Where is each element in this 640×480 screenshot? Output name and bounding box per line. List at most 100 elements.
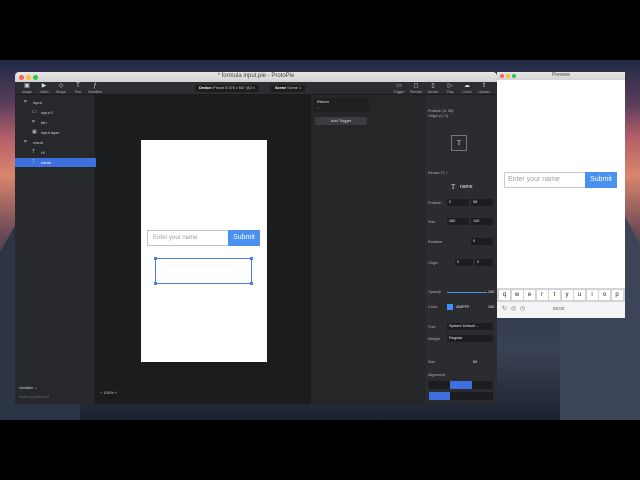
canvas[interactable]: Enter your name Submit − 100% + <box>96 95 311 404</box>
preview-titlebar[interactable]: Preview <box>497 72 625 80</box>
layer-row[interactable]: T Hi <box>15 148 96 157</box>
preview-tool[interactable]: ◻ Preview <box>408 83 424 94</box>
key-y[interactable]: y <box>561 290 573 300</box>
preview-statusbar: ↻ ◎ ◷ 00:00 <box>497 302 625 318</box>
origin-x-field[interactable]: 0 <box>455 259 473 266</box>
key-t[interactable]: t <box>549 290 560 300</box>
resize-handle[interactable] <box>154 257 157 260</box>
opacity-label: Opacity <box>428 290 441 294</box>
trigger-card[interactable]: Return + <box>313 98 369 112</box>
trigger-icon: ▭ <box>396 83 402 89</box>
canvas-submit-button[interactable]: Submit <box>228 230 260 246</box>
canvas-name-input[interactable]: Enter your name <box>147 230 229 246</box>
size-w: 280 <box>449 219 456 223</box>
upload-icon: ⇪ <box>481 83 487 89</box>
tool-label: Play <box>446 90 454 94</box>
size-h: 140 <box>473 219 480 223</box>
device-frame: Enter your name Submit <box>141 140 267 362</box>
variable-field[interactable]: Nothing selected <box>19 394 49 399</box>
zoom-value: 100% <box>103 390 114 395</box>
rotation-label: Rotation <box>428 240 443 244</box>
key-o[interactable]: o <box>599 290 610 300</box>
tool-label: Shape <box>55 90 67 94</box>
tool-label: Text <box>74 90 82 94</box>
layer-row[interactable]: ⌗ input <box>15 98 96 107</box>
key-r[interactable]: r <box>536 290 548 300</box>
position-x-field[interactable]: 0 <box>447 199 469 206</box>
key-p[interactable]: p <box>611 290 623 300</box>
layer-row[interactable]: ⌗ result <box>15 138 96 147</box>
window-titlebar[interactable]: * formula input.pie - ProtoPie <box>15 72 497 82</box>
origin-y-field[interactable]: 0 <box>475 259 493 266</box>
text-tool[interactable]: T Text <box>70 83 86 94</box>
device-value: iPhone 8 375 x 667 @2 x <box>212 86 256 90</box>
rotation-field[interactable]: 0 <box>471 238 493 245</box>
key-w[interactable]: w <box>511 290 523 300</box>
tool-label: Video <box>39 90 49 94</box>
layer-row[interactable]: ▣ input layer <box>15 128 96 137</box>
resize-handle[interactable] <box>250 282 253 285</box>
align-top-button[interactable] <box>429 392 450 400</box>
weight-value: Regular <box>449 336 463 340</box>
group-icon: ⌗ <box>24 99 27 105</box>
shape-icon: ◇ <box>58 83 64 89</box>
text-layer-preview-icon: T <box>451 135 467 151</box>
keyboard: qwertyuiop <box>497 288 625 302</box>
resize-handle[interactable] <box>250 257 253 260</box>
upload-tool[interactable]: ⇪ Upload <box>476 83 492 94</box>
device-tool[interactable]: ▯ Device <box>425 83 441 94</box>
tool-label: Preview <box>409 90 423 94</box>
tool-label: Device <box>427 90 439 94</box>
add-trigger-button[interactable]: Add Trigger <box>315 117 367 125</box>
key-e[interactable]: e <box>524 290 535 300</box>
image-icon: ▣ <box>24 83 30 89</box>
key-q[interactable]: q <box>499 290 510 300</box>
preview-submit-button[interactable]: Submit <box>585 172 617 188</box>
group-icon: ⌗ <box>32 119 35 125</box>
selected-name-layer[interactable] <box>155 258 252 284</box>
image-tool[interactable]: ▣ Image <box>19 83 35 94</box>
resize-handle[interactable] <box>154 282 157 285</box>
variables-tool[interactable]: ƒ Variables <box>87 83 103 94</box>
layer-row[interactable]: ▭ input 1 <box>15 108 96 117</box>
text-icon: T <box>76 83 80 89</box>
play-icon: ▷ <box>447 83 453 89</box>
weight-select[interactable]: Regular <box>447 335 493 342</box>
touch-icon[interactable]: ◎ <box>511 305 516 312</box>
key-i[interactable]: i <box>586 290 598 300</box>
font-value: System Default ... <box>449 324 479 328</box>
group-icon: ⌗ <box>24 139 27 145</box>
position-y-field[interactable]: 58 <box>471 199 493 206</box>
timer-icon[interactable]: ◷ <box>520 305 525 312</box>
align-row-horizontal <box>429 381 493 389</box>
trigger-tool[interactable]: ▭ Trigger <box>391 83 407 94</box>
device-selector[interactable]: Device iPhone 8 375 x 667 @2 x <box>195 85 260 92</box>
layer-row[interactable]: ⌗ btn <box>15 118 96 127</box>
color-swatch[interactable] <box>447 304 453 310</box>
reload-icon[interactable]: ↻ <box>502 305 507 312</box>
play-tool[interactable]: ▷ Play <box>442 83 458 94</box>
shape-tool[interactable]: ◇ Shape <box>53 83 69 94</box>
alignment-label: Alignment <box>428 373 445 377</box>
scene-selector[interactable]: Scene Scene 1 <box>271 85 306 92</box>
font-select[interactable]: System Default ... <box>447 323 493 330</box>
size-h-field[interactable]: 140 <box>471 218 493 225</box>
size-w-field[interactable]: 280 <box>447 218 469 225</box>
opacity-slider[interactable] <box>447 292 487 293</box>
video-tool[interactable]: ▶ Video <box>36 83 52 94</box>
align-center-button[interactable] <box>450 381 472 389</box>
cloud-tool[interactable]: ☁ Cloud <box>459 83 475 94</box>
layer-label: name <box>41 160 52 165</box>
font-size-value[interactable]: 60 <box>473 360 477 364</box>
preview-name-input[interactable]: Enter your name <box>504 172 586 188</box>
rect-icon: ▭ <box>32 109 37 115</box>
layer-row[interactable]: Tname <box>15 158 96 167</box>
key-u[interactable]: u <box>574 290 585 300</box>
zoom-control[interactable]: − 100% + <box>100 390 117 395</box>
properties-panel: Position (0, 58) Origin (0, 0) T Resize … <box>425 95 497 404</box>
align-row-vertical <box>429 392 493 400</box>
color-hex[interactable]: 408FFF <box>456 305 469 309</box>
variable-header[interactable]: Variable ⌄ <box>19 385 38 390</box>
color-label: Color <box>428 305 438 309</box>
color-alpha[interactable]: 100 <box>488 305 494 309</box>
